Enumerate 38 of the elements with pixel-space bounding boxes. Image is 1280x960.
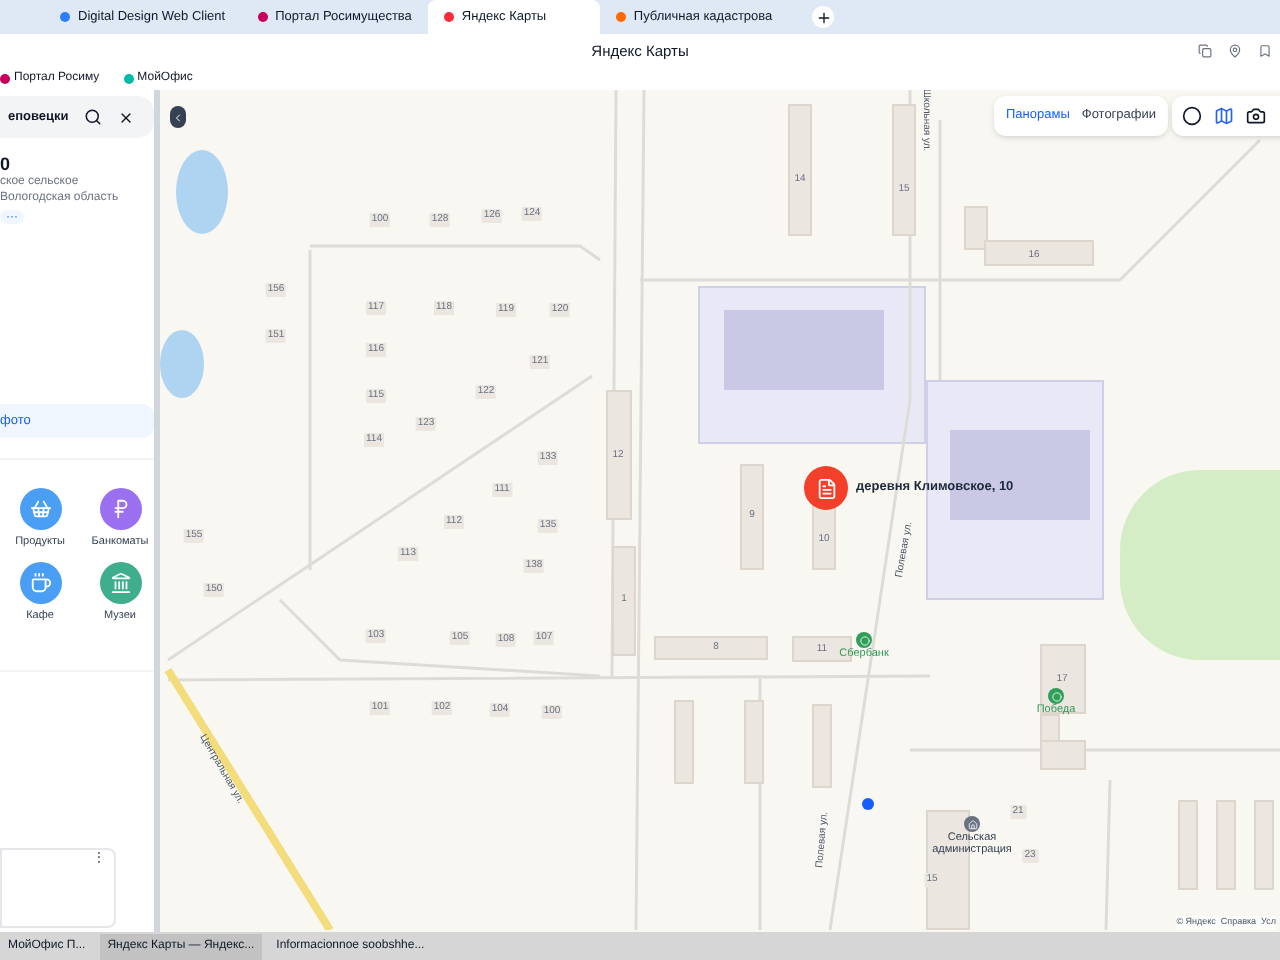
map-layers-icon[interactable] — [1214, 106, 1234, 126]
category-icon[interactable] — [99, 562, 141, 605]
location-marker-icon[interactable] — [804, 466, 848, 510]
poi-icon[interactable] — [856, 632, 872, 648]
camera-icon[interactable] — [1246, 106, 1266, 126]
copy-icon[interactable] — [1198, 44, 1212, 58]
search-icon[interactable] — [84, 108, 103, 126]
place-title: 0 — [0, 156, 13, 174]
building — [1216, 800, 1236, 890]
building — [788, 104, 812, 236]
category-icon[interactable] — [19, 488, 61, 530]
bus-stop-icon — [862, 798, 874, 810]
site-icon — [443, 12, 454, 22]
poi-icon[interactable] — [964, 816, 980, 832]
location-icon[interactable] — [1228, 44, 1242, 58]
building — [892, 104, 916, 236]
building — [654, 636, 768, 660]
site-icon — [60, 12, 70, 22]
building — [1254, 800, 1274, 890]
bookmark-icon[interactable] — [1258, 44, 1272, 58]
new-tab-button[interactable] — [812, 6, 835, 28]
category-icon[interactable] — [19, 562, 61, 605]
site-icon — [615, 12, 626, 22]
site-icon — [257, 12, 268, 22]
building — [744, 700, 764, 784]
circle-icon[interactable] — [1182, 106, 1202, 126]
category-icon[interactable] — [99, 488, 141, 530]
building — [812, 704, 832, 788]
building — [612, 546, 636, 656]
building — [674, 700, 694, 784]
building — [740, 464, 764, 570]
water-area — [176, 150, 228, 234]
building — [1178, 800, 1198, 890]
water-area — [160, 330, 204, 398]
close-icon[interactable] — [118, 109, 135, 125]
building — [606, 390, 632, 520]
chevron-icon — [172, 111, 184, 123]
collapse-panel-button[interactable] — [170, 106, 186, 128]
